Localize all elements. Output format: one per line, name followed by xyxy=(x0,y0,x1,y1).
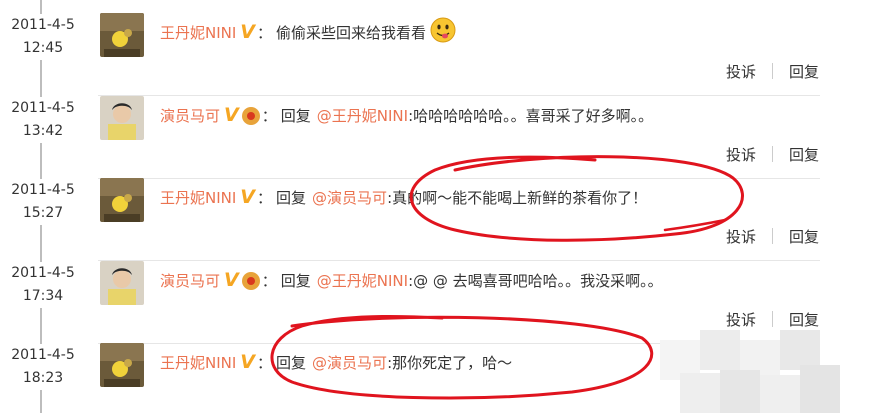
mention-link[interactable]: @王丹妮NINI xyxy=(317,270,408,291)
avatar[interactable] xyxy=(100,261,144,305)
reply-link[interactable]: 回复 xyxy=(789,144,819,165)
comment-row: 2011-4-5 13:42 演员马可 V：回复 @王丹妮NINI:哈哈哈哈哈哈。。喜哥… xyxy=(0,83,890,165)
username-link[interactable]: 演员马可 xyxy=(160,270,220,291)
username-link[interactable]: 演员马可 xyxy=(160,105,220,126)
colon: ： xyxy=(257,188,273,207)
comment-date: 2011-4-5 xyxy=(11,182,75,198)
timestamp: 2011-4-5 18:23 xyxy=(2,344,84,390)
comment-text: :@ @ 去喝喜哥吧哈哈。。我没采啊。。 xyxy=(408,271,663,290)
comment-time: 15:27 xyxy=(22,205,64,221)
username-link[interactable]: 王丹妮NINI xyxy=(160,187,236,208)
comment-row: 2011-4-5 17:34 演员马可 V：回复 @王丹妮NINI:@ @ 去喝喜哥吧哈… xyxy=(0,248,890,330)
comment-content: 王丹妮NINI V：回复 @演员马可:真的啊～能不能喝上新鲜的茶看你了！ xyxy=(160,183,647,211)
mention-link[interactable]: @王丹妮NINI xyxy=(317,105,408,126)
colon: ： xyxy=(261,106,277,125)
avatar[interactable] xyxy=(100,96,144,140)
avatar[interactable] xyxy=(100,13,144,57)
comment-actions: 投诉 回复 xyxy=(726,308,819,330)
comment-time: 13:42 xyxy=(22,123,64,139)
timestamp: 2011-4-5 13:42 xyxy=(2,97,84,143)
comment-time: 18:23 xyxy=(22,370,64,386)
reply-link[interactable]: 回复 xyxy=(789,61,819,82)
comment-text: 偷偷采些回来给我看看 xyxy=(276,23,427,42)
comment-date: 2011-4-5 xyxy=(11,100,75,116)
report-link[interactable]: 投诉 xyxy=(726,144,756,165)
report-link[interactable]: 投诉 xyxy=(726,61,756,82)
comment-time: 12:45 xyxy=(22,40,64,56)
comment-text: :那你死定了，哈～ xyxy=(387,353,513,372)
report-link[interactable]: 投诉 xyxy=(726,309,756,330)
colon: ： xyxy=(257,23,273,42)
comment-date: 2011-4-5 xyxy=(11,17,75,33)
comment-row: 2011-4-5 15:27 王丹妮NINI V：回复 @演员马可:真的啊～能不能喝上新… xyxy=(0,165,890,247)
action-separator xyxy=(771,228,773,244)
comment-time: 17:34 xyxy=(22,288,64,304)
comment-row: 2011-4-5 12:45 王丹妮NINI V：偷偷采些回来给我看看投诉 回复 xyxy=(0,0,890,82)
timestamp: 2011-4-5 12:45 xyxy=(2,14,84,60)
avatar[interactable] xyxy=(100,343,144,387)
reply-link[interactable]: 回复 xyxy=(789,226,819,247)
mention-link[interactable]: @演员马可 xyxy=(312,187,387,208)
comment-date: 2011-4-5 xyxy=(11,265,75,281)
reply-prefix: 回复 xyxy=(276,353,307,372)
comment-actions: 投诉 回复 xyxy=(726,60,819,82)
comment-content: 演员马可 V ：回复 @王丹妮NINI:哈哈哈哈哈哈。。喜哥采了好多啊。。 xyxy=(160,101,653,129)
comment-date: 2011-4-5 xyxy=(11,347,75,363)
comment-content: 王丹妮NINI V：回复 @演员马可:那你死定了，哈～ xyxy=(160,348,512,376)
comment-content: 王丹妮NINI V：偷偷采些回来给我看看 xyxy=(160,17,456,47)
colon: ： xyxy=(257,353,273,372)
reply-prefix: 回复 xyxy=(276,188,307,207)
verified-badge-icon[interactable]: V xyxy=(240,186,255,208)
comment-text: :真的啊～能不能喝上新鲜的茶看你了！ xyxy=(387,188,648,207)
action-separator xyxy=(771,146,773,162)
verified-badge-icon[interactable]: V xyxy=(224,104,239,126)
avatar[interactable] xyxy=(100,178,144,222)
medal-icon[interactable] xyxy=(241,107,260,125)
comment-actions: 投诉 回复 xyxy=(726,143,819,165)
reply-link[interactable]: 回复 xyxy=(789,309,819,330)
action-separator xyxy=(771,311,773,327)
report-link[interactable]: 投诉 xyxy=(726,226,756,247)
action-separator xyxy=(771,63,773,79)
reply-prefix: 回复 xyxy=(280,271,311,290)
colon: ： xyxy=(261,271,277,290)
username-link[interactable]: 王丹妮NINI xyxy=(160,22,236,43)
comment-text: :哈哈哈哈哈哈。。喜哥采了好多啊。。 xyxy=(408,106,654,125)
smiley-tongue-icon xyxy=(430,17,456,47)
verified-badge-icon[interactable]: V xyxy=(224,269,239,291)
mention-link[interactable]: @演员马可 xyxy=(312,352,387,373)
verified-badge-icon[interactable]: V xyxy=(240,351,255,373)
comment-actions: 投诉 回复 xyxy=(726,225,819,247)
medal-icon[interactable] xyxy=(241,272,260,290)
timestamp: 2011-4-5 15:27 xyxy=(2,179,84,225)
comment-content: 演员马可 V ：回复 @王丹妮NINI:@ @ 去喝喜哥吧哈哈。。我没采啊。。 xyxy=(160,266,663,294)
username-link[interactable]: 王丹妮NINI xyxy=(160,352,236,373)
reply-prefix: 回复 xyxy=(280,106,311,125)
verified-badge-icon[interactable]: V xyxy=(240,21,255,43)
timestamp: 2011-4-5 17:34 xyxy=(2,262,84,308)
